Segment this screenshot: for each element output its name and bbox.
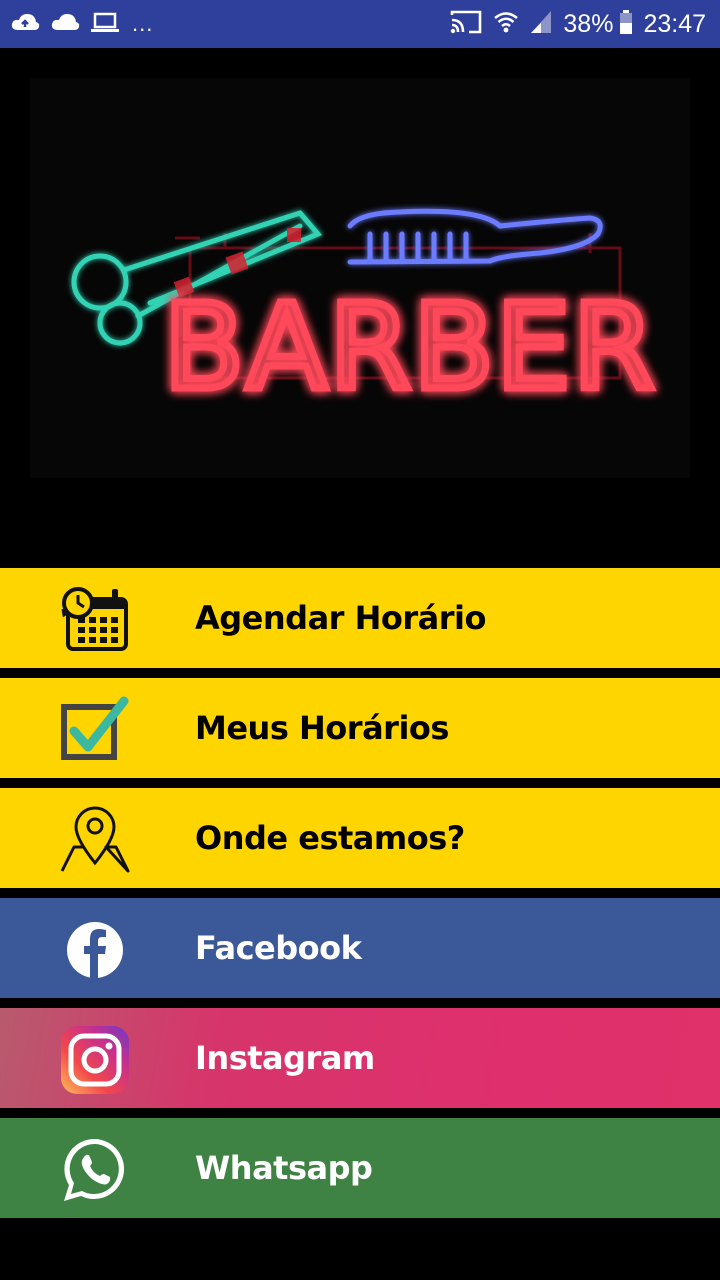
my-appointments-button[interactable]: Meus Horários xyxy=(0,678,720,778)
calendar-clock-icon xyxy=(58,586,132,654)
whatsapp-icon xyxy=(58,1136,132,1204)
menu-item-label: Whatsapp xyxy=(195,1149,373,1187)
signal-icon xyxy=(529,9,553,40)
barber-neon-sign: BARBER xyxy=(30,78,690,478)
cloud-icon xyxy=(50,11,80,38)
menu-item-label: Meus Horários xyxy=(195,709,449,747)
schedule-appointment-button[interactable]: Agendar Horário xyxy=(0,568,720,668)
menu-item-label: Instagram xyxy=(195,1039,375,1077)
facebook-icon xyxy=(58,916,132,984)
menu-item-label: Agendar Horário xyxy=(195,599,486,637)
status-right: 38% 23:47 xyxy=(449,9,706,40)
battery-icon xyxy=(619,9,633,40)
menu-item-label: Facebook xyxy=(195,929,362,967)
wifi-icon xyxy=(493,9,519,40)
instagram-button[interactable]: Instagram xyxy=(0,1008,720,1108)
cloud-up-icon xyxy=(10,11,40,38)
menu-item-label: Onde estamos? xyxy=(195,819,465,857)
instagram-icon xyxy=(58,1026,132,1094)
facebook-button[interactable]: Facebook xyxy=(0,898,720,998)
checkbox-icon xyxy=(58,696,132,764)
status-overflow: ... xyxy=(132,11,154,36)
location-button[interactable]: Onde estamos? xyxy=(0,788,720,888)
laptop-icon xyxy=(90,11,120,38)
clock: 23:47 xyxy=(643,9,706,38)
status-left: ... xyxy=(10,11,153,38)
map-pin-icon xyxy=(58,806,132,874)
sign-text: BARBER xyxy=(163,278,656,416)
barber-neon-banner: BARBER xyxy=(0,48,720,568)
whatsapp-button[interactable]: Whatsapp xyxy=(0,1118,720,1218)
cast-icon xyxy=(449,9,483,40)
battery-percent: 38% xyxy=(563,9,614,38)
status-bar: ... 38% 23:47 xyxy=(0,0,720,48)
